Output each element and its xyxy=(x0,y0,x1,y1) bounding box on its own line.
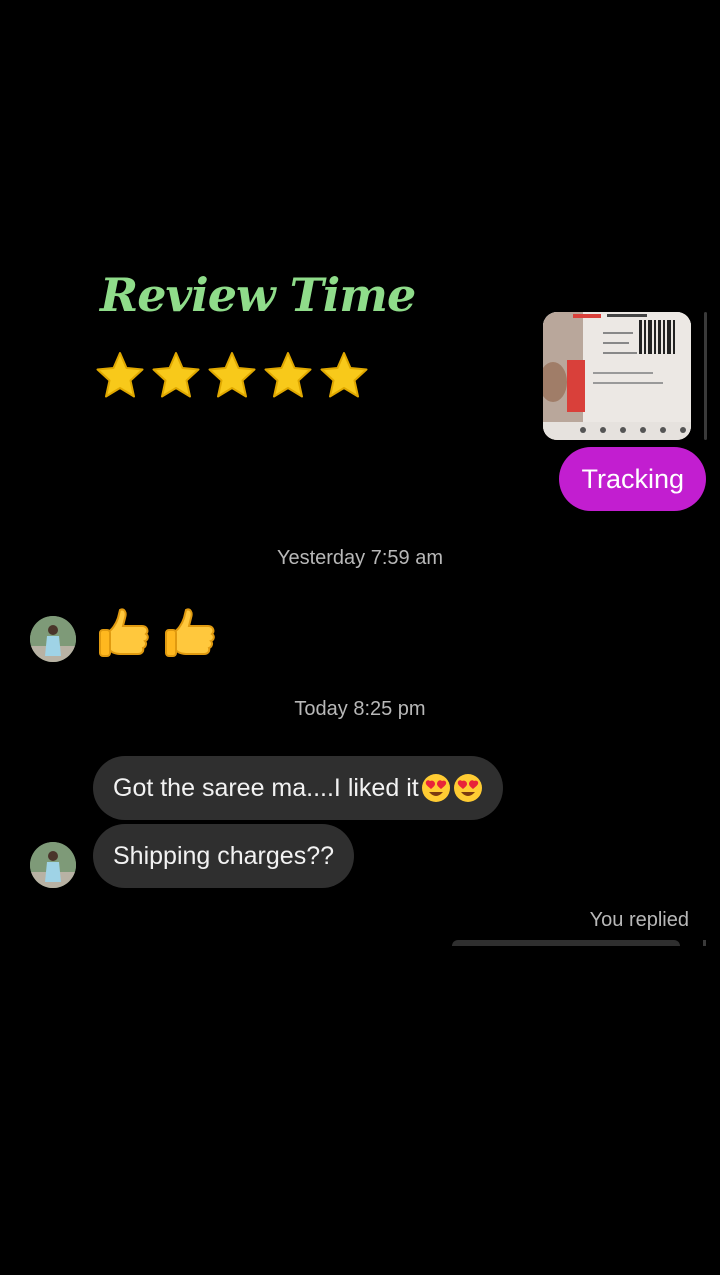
thumbs-up-icon xyxy=(165,608,215,657)
you-replied-label: You replied xyxy=(589,909,689,931)
star-icon xyxy=(152,352,200,398)
star-icon xyxy=(320,352,368,398)
star-icon xyxy=(264,352,312,398)
thumbs-up-icon xyxy=(99,608,149,657)
outgoing-message-bubble[interactable]: Tracking xyxy=(559,447,706,511)
shared-image-thumbnail[interactable] xyxy=(543,312,691,440)
avatar-photo-icon xyxy=(30,616,76,662)
message-text: Got the saree ma....I liked it xyxy=(113,773,419,802)
incoming-message-bubble[interactable]: Shipping charges?? xyxy=(93,824,354,888)
avatar-photo-icon xyxy=(30,842,76,888)
star-icon xyxy=(208,352,256,398)
message-thread-divider xyxy=(704,312,707,440)
reply-indicator-bar xyxy=(703,940,706,946)
timestamp-yesterday: Yesterday 7:59 am xyxy=(276,547,444,569)
star-rating xyxy=(94,350,370,402)
heart-eyes-emoji-icon xyxy=(453,774,482,802)
reply-preview-bubble[interactable] xyxy=(452,940,680,946)
review-time-title: Review Time xyxy=(100,268,416,322)
timestamp-today: Today 8:25 pm xyxy=(294,698,426,720)
reaction-emoji-message[interactable] xyxy=(98,604,220,664)
star-icon xyxy=(96,352,144,398)
shipping-label-photo-icon xyxy=(543,312,691,440)
heart-eyes-emoji-icon xyxy=(421,774,450,802)
incoming-message-bubble[interactable]: Got the saree ma....I liked it xyxy=(93,756,503,820)
sender-avatar[interactable] xyxy=(30,616,76,662)
sender-avatar[interactable] xyxy=(30,842,76,888)
